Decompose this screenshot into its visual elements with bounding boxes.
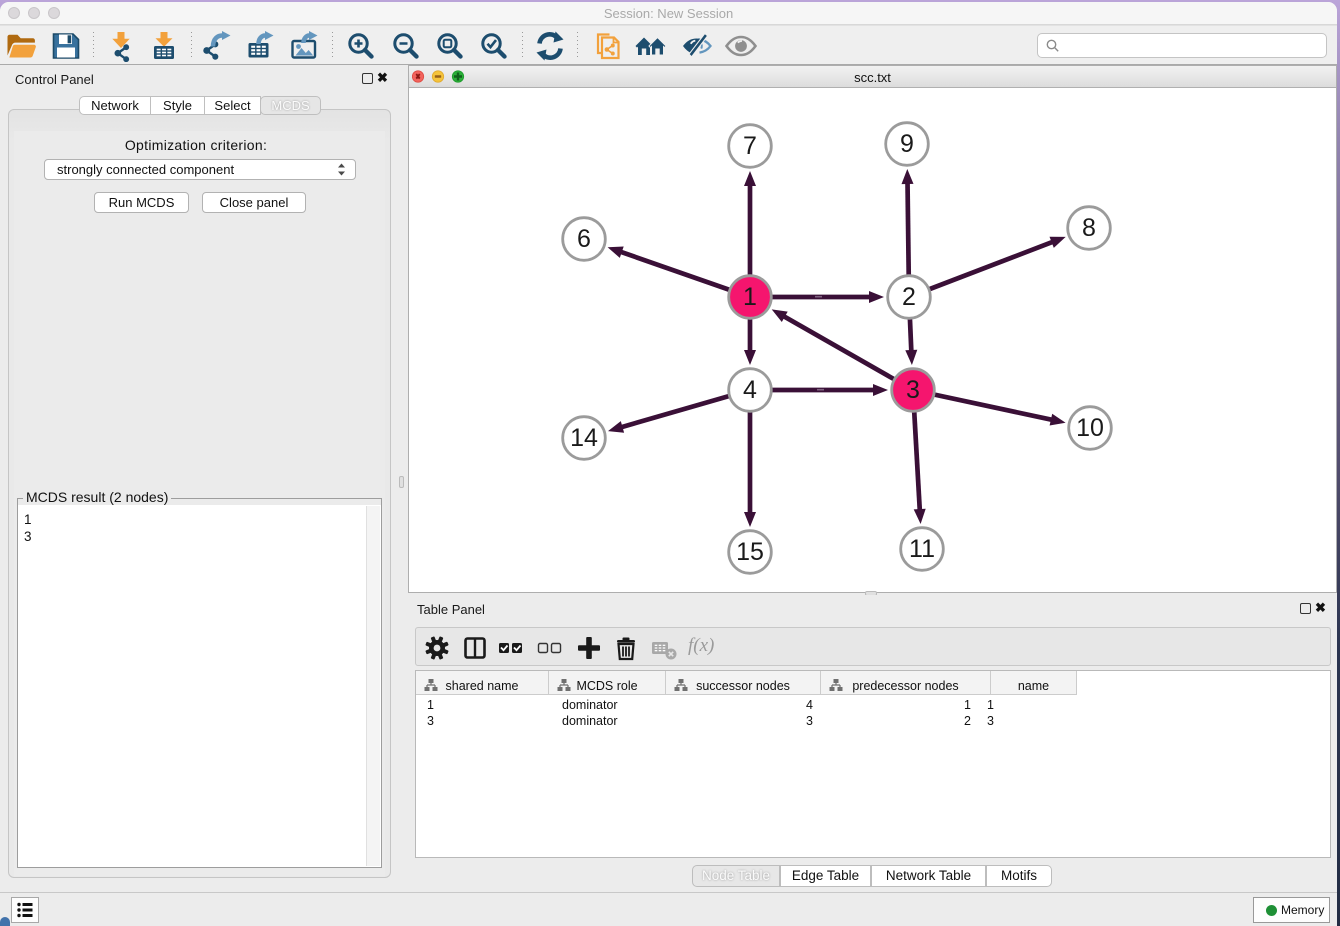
svg-text:9: 9 (900, 130, 914, 158)
svg-text:3: 3 (906, 376, 920, 404)
svg-text:2: 2 (902, 283, 916, 311)
svg-text:6: 6 (577, 225, 591, 253)
svg-text:11: 11 (909, 535, 935, 563)
svg-text:14: 14 (570, 424, 598, 452)
svg-text:8: 8 (1082, 214, 1096, 242)
svg-text:1: 1 (743, 283, 757, 311)
svg-text:4: 4 (743, 376, 757, 404)
svg-text:10: 10 (1076, 414, 1104, 442)
svg-text:7: 7 (743, 132, 757, 160)
svg-text:15: 15 (736, 538, 764, 566)
